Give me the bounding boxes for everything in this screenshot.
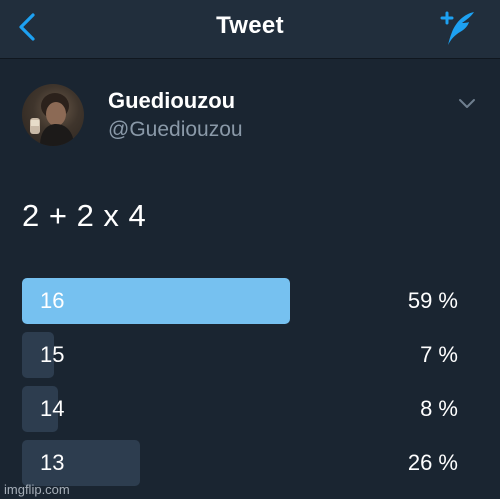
poll-option: 16 59 %	[22, 276, 462, 324]
poll-option-percent: 7 %	[420, 342, 458, 367]
poll-option-percent: 59 %	[407, 288, 458, 313]
author-name[interactable]: Guediouzou	[108, 88, 235, 114]
poll-option-label: 14	[40, 396, 65, 421]
author-handle[interactable]: @Guediouzou	[108, 118, 243, 142]
poll-option-label: 15	[40, 342, 65, 367]
tweet-screen: Tweet Guediouzou @Guediouzou 2 + 2 x 4 1…	[0, 0, 500, 499]
compose-tweet-icon[interactable]	[438, 8, 478, 48]
chevron-down-icon[interactable]	[458, 98, 476, 110]
profile-photo	[30, 93, 74, 146]
poll-option: 13 26 %	[22, 438, 462, 486]
watermark: imgflip.com	[4, 482, 70, 497]
navigation-bar: Tweet	[0, 0, 500, 59]
poll-option-label: 13	[40, 450, 65, 475]
poll-option-label: 16	[40, 288, 65, 313]
tweet-text: 2 + 2 x 4	[22, 198, 147, 233]
poll-option-percent: 26 %	[407, 450, 458, 475]
poll-option: 14 8 %	[22, 384, 462, 432]
poll-option: 15 7 %	[22, 330, 462, 378]
poll-option-percent: 8 %	[420, 396, 458, 421]
poll: 16 59 % 15 7 % 14 8 % 13 26 %	[22, 276, 462, 492]
avatar[interactable]	[22, 84, 84, 146]
page-title: Tweet	[216, 12, 284, 39]
